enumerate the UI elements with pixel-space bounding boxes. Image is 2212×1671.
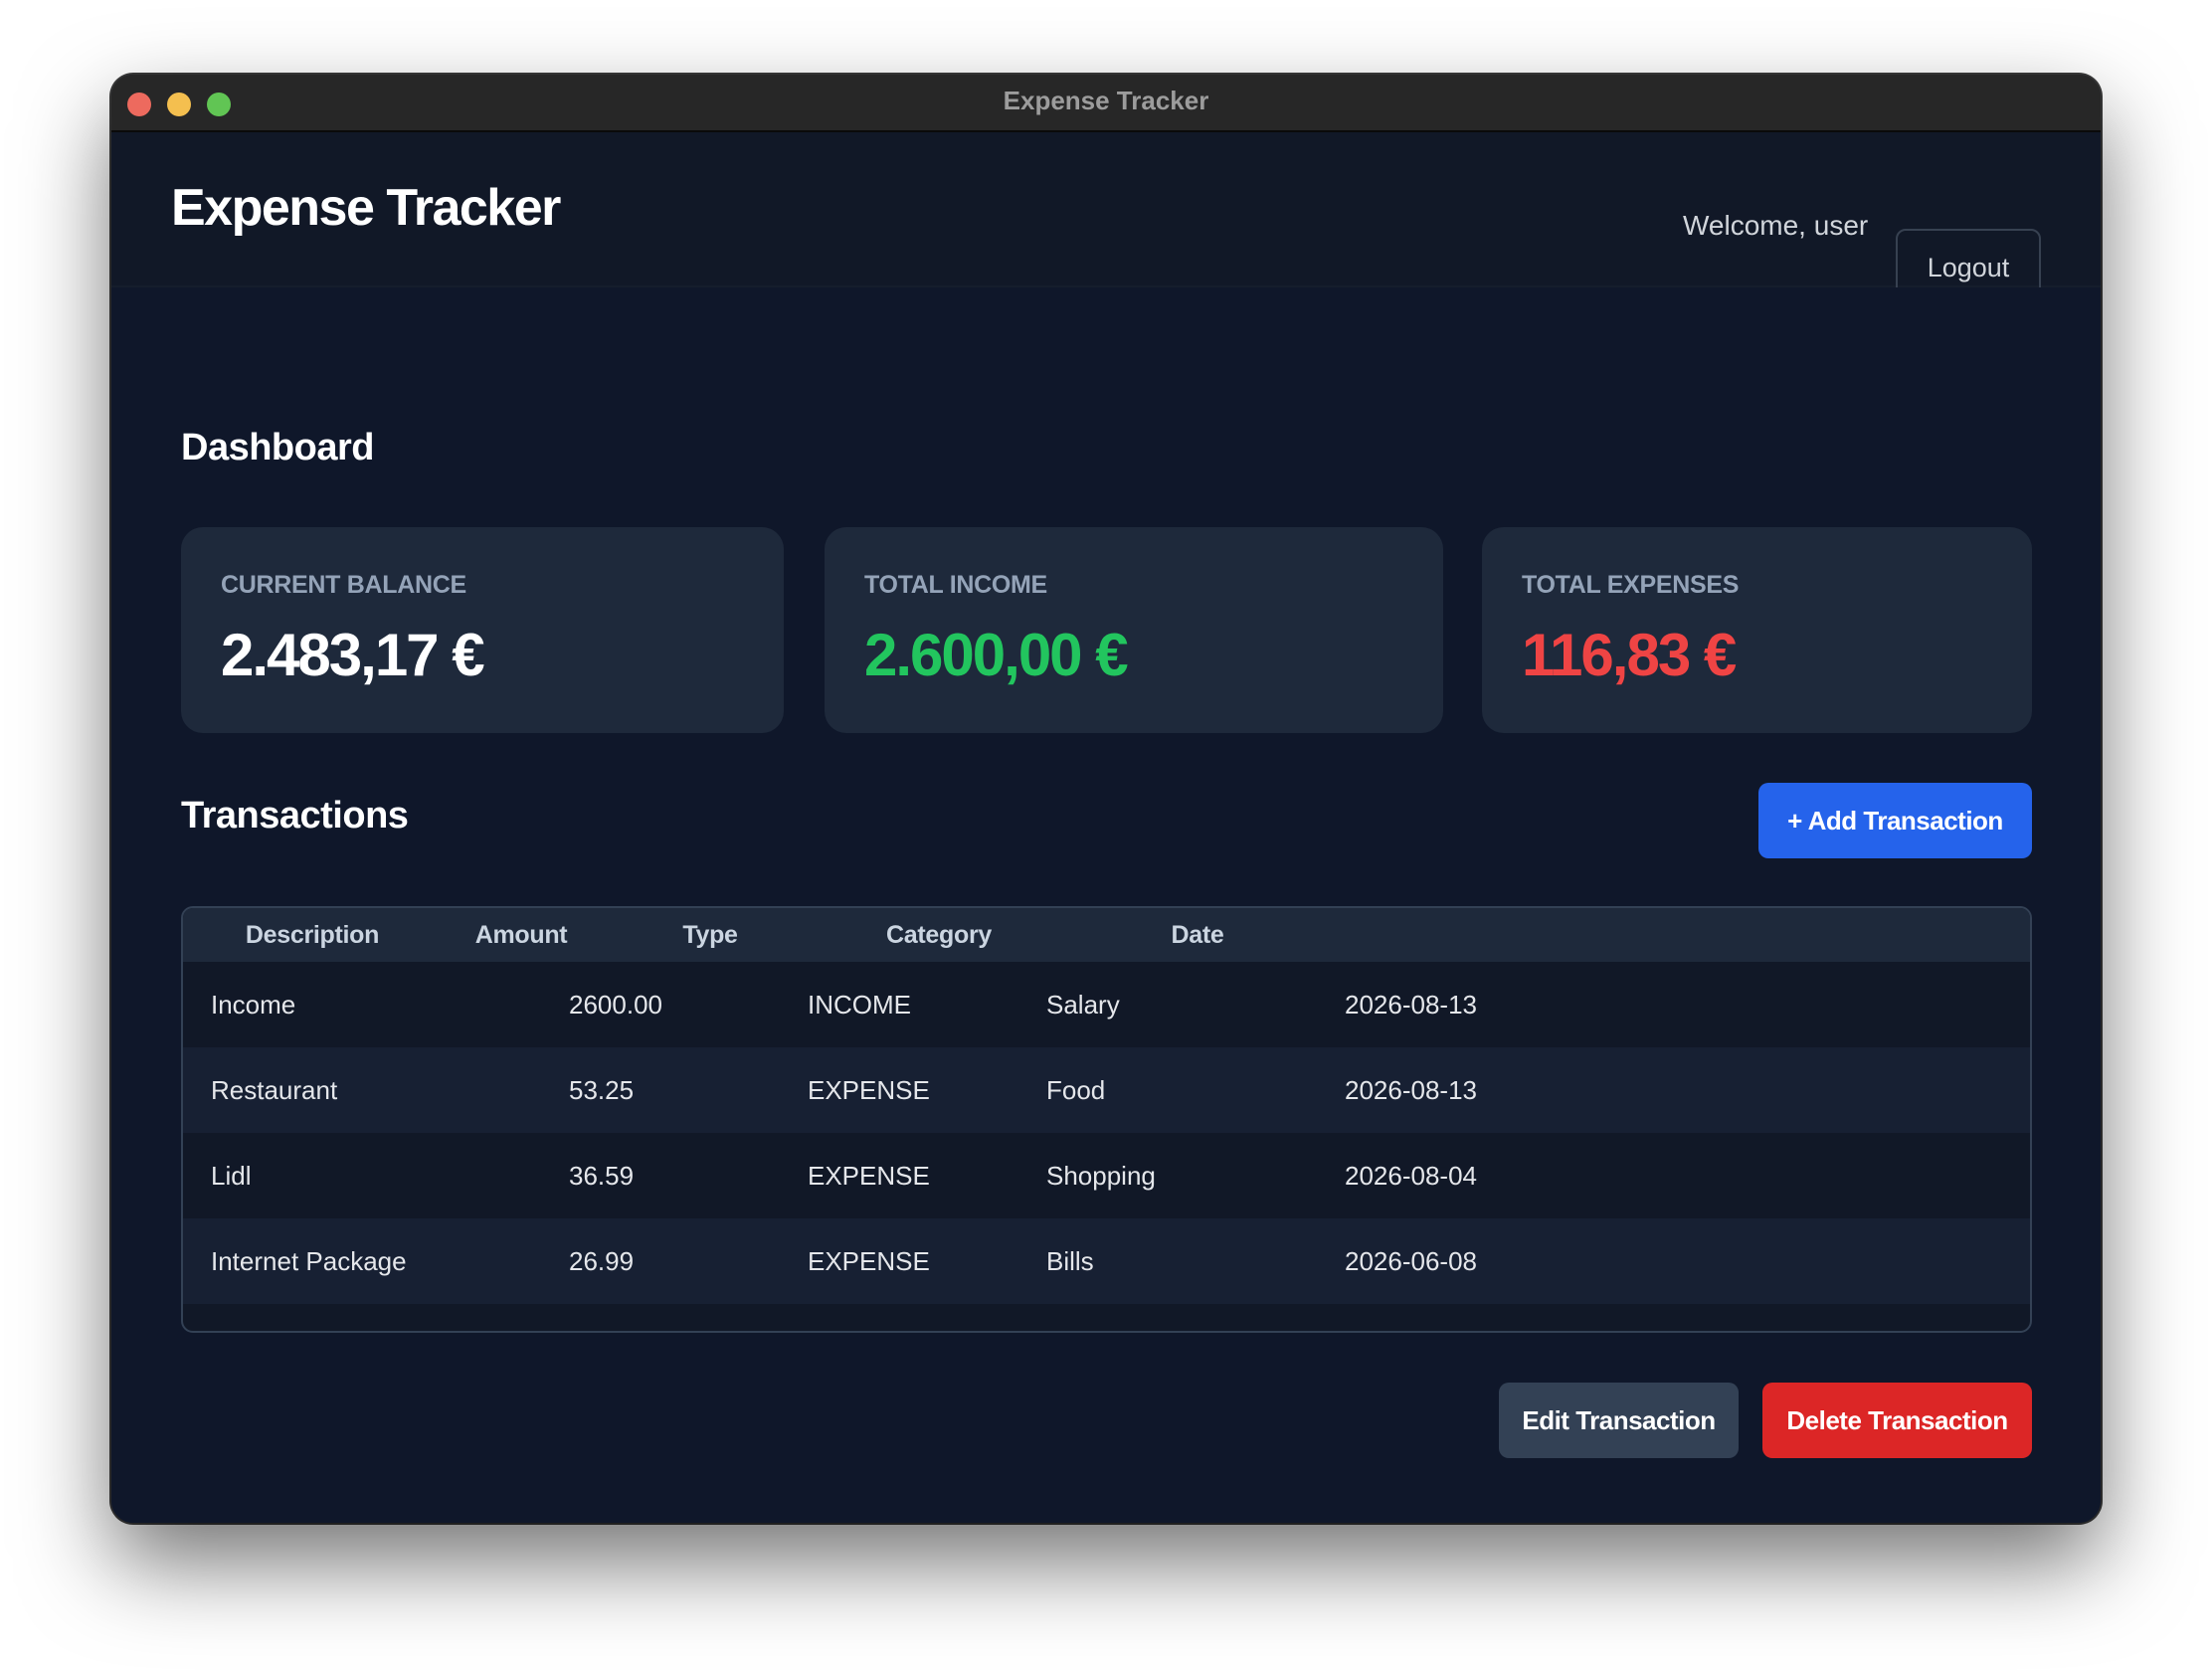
- card-label: TOTAL INCOME: [864, 571, 1047, 599]
- transactions-title: Transactions: [181, 795, 409, 836]
- cell-amount: 2600.00: [569, 990, 662, 1020]
- cell-date: 2026-08-04: [1345, 1161, 1477, 1191]
- total-expenses-card: TOTAL EXPENSES 116,83 €: [1482, 527, 2032, 733]
- cell-type: EXPENSE: [808, 1161, 930, 1191]
- column-header-category[interactable]: Category: [800, 908, 1078, 962]
- cell-category: Salary: [1046, 990, 1120, 1020]
- table-row[interactable]: Lidl 36.59 EXPENSE Shopping 2026-08-04: [183, 1133, 2030, 1218]
- card-label: TOTAL EXPENSES: [1522, 571, 1740, 599]
- cell-description: Restaurant: [211, 1075, 338, 1105]
- dashboard-title: Dashboard: [181, 427, 374, 468]
- cell-date: 2026-08-13: [1345, 1075, 1477, 1105]
- table-row[interactable]: Restaurant 53.25 EXPENSE Food 2026-08-13: [183, 1047, 2030, 1133]
- total-income-value: 2.600,00 €: [864, 622, 1129, 688]
- cell-type: INCOME: [808, 990, 911, 1020]
- app-title: Expense Tracker: [171, 179, 561, 237]
- column-header-type[interactable]: Type: [621, 908, 800, 962]
- current-balance-value: 2.483,17 €: [221, 622, 485, 688]
- column-header-date[interactable]: Date: [1058, 908, 1337, 962]
- card-label: CURRENT BALANCE: [221, 571, 466, 599]
- cell-amount: 26.99: [569, 1246, 635, 1276]
- cell-description: Internet Package: [211, 1246, 407, 1276]
- cell-category: Food: [1046, 1075, 1106, 1105]
- cell-amount: 53.25: [569, 1075, 635, 1105]
- cell-category: Bills: [1046, 1246, 1094, 1276]
- current-balance-card: CURRENT BALANCE 2.483,17 €: [181, 527, 784, 733]
- cell-category: Shopping: [1046, 1161, 1156, 1191]
- add-transaction-button[interactable]: + Add Transaction: [1758, 783, 2032, 858]
- welcome-text: Welcome, user: [1683, 210, 1869, 241]
- total-income-card: TOTAL INCOME 2.600,00 €: [825, 527, 1443, 733]
- cell-date: 2026-08-13: [1345, 990, 1477, 1020]
- column-header-description[interactable]: Description: [183, 908, 442, 962]
- transactions-table: Description Amount Type Category Date In…: [181, 906, 2032, 1333]
- cell-date: 2026-06-08: [1345, 1246, 1477, 1276]
- app-window: Expense Tracker Expense Tracker Welcome,…: [111, 75, 2101, 1523]
- window-title: Expense Tracker: [1003, 86, 1209, 115]
- total-expenses-value: 116,83 €: [1522, 622, 1737, 688]
- table-row[interactable]: Internet Package 26.99 EXPENSE Bills 202…: [183, 1218, 2030, 1304]
- table-row[interactable]: Income 2600.00 INCOME Salary 2026-08-13: [183, 962, 2030, 1047]
- cell-type: EXPENSE: [808, 1246, 930, 1276]
- cell-description: Income: [211, 990, 296, 1020]
- title-bar: Expense Tracker: [111, 75, 2101, 132]
- table-header: Description Amount Type Category Date: [183, 908, 2030, 962]
- delete-transaction-button[interactable]: Delete Transaction: [1762, 1383, 2032, 1458]
- app-header: Expense Tracker Welcome, user Logout: [111, 132, 2101, 306]
- main-content: Dashboard CURRENT BALANCE 2.483,17 € TOT…: [111, 287, 2101, 1523]
- column-header-amount[interactable]: Amount: [442, 908, 601, 962]
- edit-transaction-button[interactable]: Edit Transaction: [1499, 1383, 1739, 1458]
- cell-amount: 36.59: [569, 1161, 635, 1191]
- cell-description: Lidl: [211, 1161, 252, 1191]
- cell-type: EXPENSE: [808, 1075, 930, 1105]
